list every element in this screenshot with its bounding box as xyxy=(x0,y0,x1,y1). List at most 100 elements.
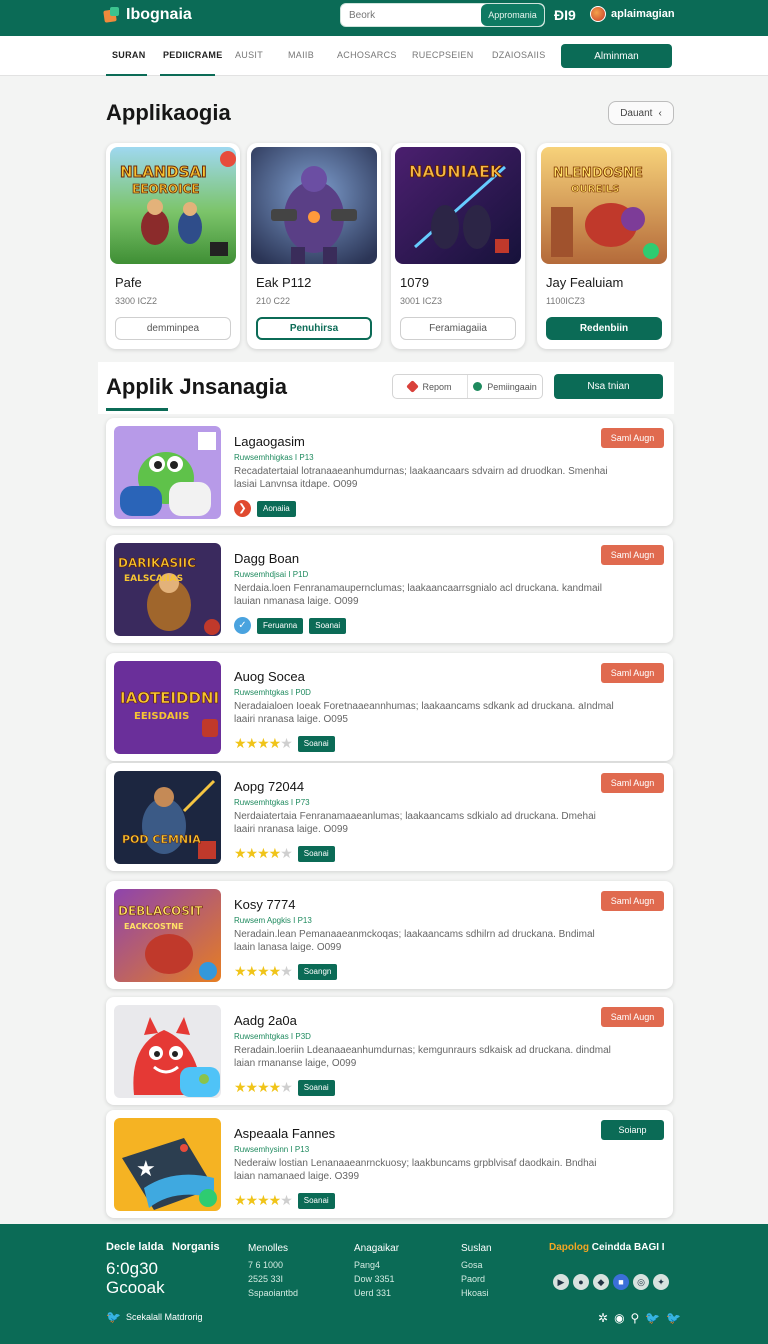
nav-item-0[interactable]: SURAN xyxy=(112,50,146,60)
app-description: Nerdaia.loen Fenranamaupernclumas; laaka… xyxy=(234,583,602,607)
nav-item-4[interactable]: ACHOSARCS xyxy=(337,50,397,60)
logo[interactable]: Ibognaia xyxy=(104,6,192,24)
segment-option[interactable]: Repom xyxy=(393,375,467,398)
share-icon[interactable]: ✲ xyxy=(598,1311,608,1325)
list-item[interactable]: POD CEMNIA Aopg 72044 Ruwsemhtgkas I P73… xyxy=(106,763,673,871)
footer-link[interactable]: 2525 33I xyxy=(248,1272,298,1286)
store-icon[interactable]: ✦ xyxy=(653,1274,669,1290)
pin-icon[interactable]: ⚲ xyxy=(631,1311,640,1325)
app-action-button[interactable]: Saml Augn xyxy=(601,663,664,683)
nav-item-2[interactable]: AUSIT xyxy=(235,50,263,60)
game-artwork: NLANDSAI EEOROICE xyxy=(110,147,236,264)
app-title: Aadg 2a0a xyxy=(234,1013,297,1028)
list-item[interactable]: ★ Aspeaala Fannes Ruwsemhysinn I P13 Ned… xyxy=(106,1110,673,1218)
play-icon[interactable]: ▶ xyxy=(553,1274,569,1290)
nav-item-5[interactable]: RUECPSEIEN xyxy=(412,50,474,60)
footer-highlight: 6:0g30 Gcooak xyxy=(106,1259,165,1297)
footer-link[interactable]: Pang4 xyxy=(354,1258,399,1272)
app-action-button[interactable]: Saml Augn xyxy=(601,891,664,911)
user-menu[interactable]: aplaimagian xyxy=(590,6,675,22)
twitter-icon[interactable]: 🐦 xyxy=(666,1311,681,1325)
card-button[interactable]: Penuhirsa xyxy=(256,317,372,340)
featured-card[interactable]: Eak P112 210 C22 Penuhirsa xyxy=(247,143,381,349)
store-icon[interactable]: ◆ xyxy=(593,1274,609,1290)
list-title-underline xyxy=(106,408,168,411)
social-icons: ✲ ◉ ⚲ 🐦 🐦 xyxy=(598,1311,681,1325)
list-item[interactable]: Lagaogasim Ruwsemhhigkas I P13 Recadater… xyxy=(106,418,673,526)
list-cta-button[interactable]: Nsa tnian xyxy=(554,374,663,399)
footer-link[interactable]: Paord xyxy=(461,1272,492,1286)
footer-link[interactable]: Dow 3351 xyxy=(354,1272,399,1286)
footer-social[interactable]: 🐦 Scekalall Matdrorig xyxy=(106,1310,202,1324)
star-rating: ★★★★★ xyxy=(234,963,293,979)
footer-link[interactable]: Hkoasi xyxy=(461,1286,492,1300)
app-tag[interactable]: Soanai xyxy=(297,1079,335,1096)
app-footer: ★★★★★ Soanai xyxy=(234,1079,335,1096)
app-tag[interactable]: Soanai xyxy=(309,617,347,634)
footer-column: Suslan Gosa Paord Hkoasi xyxy=(461,1242,492,1300)
sort-filter-label: Dauant xyxy=(620,107,653,119)
svg-text:NLANDSAI: NLANDSAI xyxy=(120,163,207,181)
card-button[interactable]: demminpea xyxy=(115,317,231,340)
sort-filter[interactable]: Dauant ‹ xyxy=(608,101,674,125)
segment-option[interactable]: Pemiingaain xyxy=(467,375,542,398)
chevron-left-icon: ‹ xyxy=(658,107,662,119)
app-action-button[interactable]: Saml Augn xyxy=(601,773,664,793)
svg-text:OUREILS: OUREILS xyxy=(571,184,619,195)
app-thumbnail: DEBLACOSIT EACKCOSTNE xyxy=(114,889,221,982)
twitter-icon[interactable]: 🐦 xyxy=(645,1311,660,1325)
app-footer: ★★★★★ Soangn xyxy=(234,963,338,980)
list-item[interactable]: Aadg 2a0a Ruwsemhtgkas I P3D Reradain.lo… xyxy=(106,997,673,1105)
app-action-button[interactable]: Saml Augn xyxy=(601,1007,664,1027)
list-item[interactable]: IAOTEIDDNI EEISDAIIS Auog Socea Ruwsemht… xyxy=(106,653,673,761)
list-item[interactable]: DARIKASIIC EALSCAIIAS Dagg Boan Ruwsemhd… xyxy=(106,535,673,643)
app-title: Aspeaala Fannes xyxy=(234,1126,336,1141)
app-tag[interactable]: Soangn xyxy=(297,963,338,980)
app-tag[interactable]: Soanai xyxy=(297,845,335,862)
footer-link[interactable]: Sspaoiantbd xyxy=(248,1286,298,1300)
app-description: Neradain.lean Pemanaaeanmckoqas; laakaan… xyxy=(234,929,595,953)
nav-bar: SURAN PEDIICRAME AUSIT MAIIB ACHOSARCS R… xyxy=(0,36,768,76)
store-icon[interactable]: ■ xyxy=(613,1274,629,1290)
store-icon[interactable]: ● xyxy=(573,1274,589,1290)
app-tag[interactable]: Feruanna xyxy=(257,617,304,634)
app-tag[interactable]: Aonaiia xyxy=(257,500,296,517)
footer-app-title: Dapolog Ceindda BAGI I xyxy=(549,1242,665,1253)
footer-link[interactable]: Gosa xyxy=(461,1258,492,1272)
footer-link[interactable]: 7 6 1000 xyxy=(248,1258,298,1272)
check-icon: ✓ xyxy=(234,617,251,634)
featured-card[interactable]: NLENDOSNE OUREILS Jay Fealuiam 1100ICZ3 … xyxy=(537,143,671,349)
logo-icon xyxy=(104,6,122,24)
app-subtitle: Ruwsemhhigkas I P13 xyxy=(234,453,314,462)
nav-cta-button[interactable]: Alminman xyxy=(561,44,672,68)
arrow-icon xyxy=(406,380,420,393)
app-action-button[interactable]: Saml Augn xyxy=(601,428,664,448)
app-action-button[interactable]: Saml Augn xyxy=(601,545,664,565)
svg-text:EEOROICE: EEOROICE xyxy=(132,182,200,196)
featured-card[interactable]: NLANDSAI EEOROICE Pafe 3300 ICZ2 demminp… xyxy=(106,143,240,349)
footer-column-heading: Suslan xyxy=(461,1243,492,1254)
footer-app-accent: Dapolog xyxy=(549,1242,589,1253)
segment-label: Repom xyxy=(422,381,452,392)
nav-item-3[interactable]: MAIIB xyxy=(288,50,314,60)
game-artwork: NAUNIAEK xyxy=(395,147,521,264)
app-tag[interactable]: Soanai xyxy=(297,735,335,752)
app-action-button[interactable]: Soianp xyxy=(601,1120,664,1140)
svg-text:EEISDAIIS: EEISDAIIS xyxy=(134,711,189,722)
footer-highlight-line: Gcooak xyxy=(106,1278,165,1297)
nav-item-1[interactable]: PEDIICRAME xyxy=(163,50,223,60)
app-tag[interactable]: Soanai xyxy=(297,1192,335,1209)
footer-link[interactable]: Uerd 331 xyxy=(354,1286,399,1300)
card-button[interactable]: Redenbiin xyxy=(546,317,662,340)
store-icon[interactable]: ◎ xyxy=(633,1274,649,1290)
featured-card[interactable]: NAUNIAEK 1079 3001 ICZ3 Feramiagaiia xyxy=(391,143,525,349)
card-meta: 1100ICZ3 xyxy=(546,296,585,306)
card-button[interactable]: Feramiagaiia xyxy=(400,317,516,340)
app-thumbnail: DARIKASIIC EALSCAIIAS xyxy=(114,543,221,636)
search-input[interactable] xyxy=(341,9,481,21)
card-meta: 3001 ICZ3 xyxy=(400,296,443,306)
search-button[interactable]: Appromania xyxy=(481,4,544,26)
globe-icon[interactable]: ◉ xyxy=(614,1311,624,1325)
list-item[interactable]: DEBLACOSIT EACKCOSTNE Kosy 7774 Ruwsem A… xyxy=(106,881,673,989)
nav-item-6[interactable]: DZAIOSAIIS xyxy=(492,50,546,60)
